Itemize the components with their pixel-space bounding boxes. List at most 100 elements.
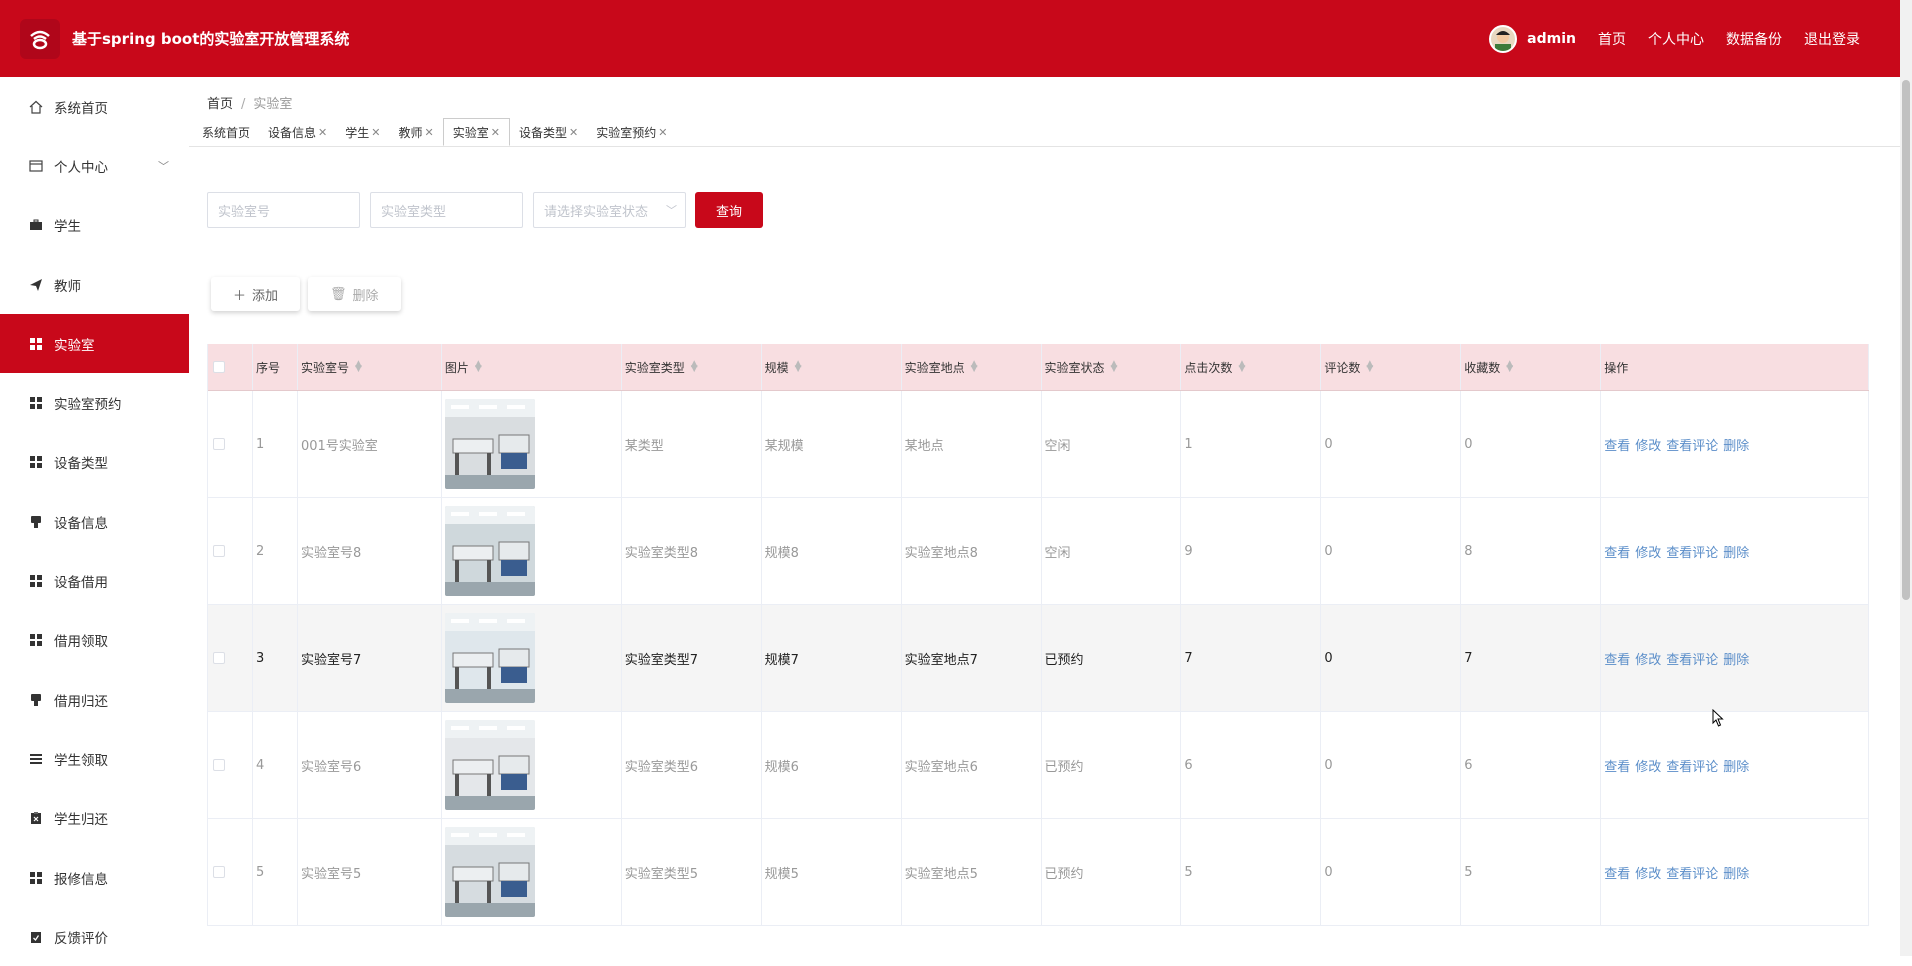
tab-lab-reservation[interactable]: 实验室预约 ✕: [587, 118, 676, 146]
delete-link[interactable]: 删除: [1723, 756, 1749, 775]
tab-students[interactable]: 学生 ✕: [336, 118, 389, 146]
close-icon[interactable]: ✕: [425, 126, 434, 139]
sidebar-item-teachers[interactable]: 教师: [0, 255, 189, 314]
breadcrumb-current: 实验室: [253, 97, 293, 112]
lab-no-input[interactable]: 实验室号: [207, 192, 360, 228]
tab-device-info[interactable]: 设备信息 ✕: [259, 118, 336, 146]
view-link[interactable]: 查看: [1604, 542, 1630, 561]
col-location[interactable]: 实验室地点 ▲ ▼: [902, 344, 1042, 390]
sidebar-item-label: 设备信息: [54, 515, 108, 532]
delete-button[interactable]: 🗑 删除: [308, 277, 401, 311]
select-cell: [208, 391, 253, 497]
edit-link[interactable]: 修改: [1635, 542, 1661, 561]
lab-status-select[interactable]: 请选择实验室状态 ﹀: [533, 192, 686, 228]
close-icon[interactable]: ✕: [658, 126, 667, 139]
col-type[interactable]: 实验室类型 ▲ ▼: [622, 344, 762, 390]
tab-labs[interactable]: 实验室 ✕: [442, 118, 510, 146]
user-menu[interactable]: admin: [1489, 24, 1576, 53]
row-checkbox[interactable]: [213, 438, 225, 450]
query-button[interactable]: 查询: [695, 192, 763, 228]
row-checkbox[interactable]: [213, 759, 225, 771]
sidebar-item-label: 设备类型: [54, 456, 108, 473]
lab-photo[interactable]: [444, 827, 535, 917]
row-checkbox[interactable]: [213, 652, 225, 664]
nav-home-link[interactable]: 首页: [1598, 29, 1626, 49]
page-scrollbar[interactable]: [1900, 0, 1912, 956]
add-button[interactable]: ＋ 添加: [211, 277, 301, 311]
sort-icon[interactable]: ▲ ▼: [1506, 360, 1513, 374]
view-comments-link[interactable]: 查看评论: [1666, 435, 1718, 454]
lab-photo[interactable]: [444, 399, 535, 489]
sidebar-item-labs[interactable]: 实验室: [0, 314, 189, 374]
edit-link[interactable]: 修改: [1635, 435, 1661, 454]
delete-link[interactable]: 删除: [1723, 435, 1749, 454]
col-status[interactable]: 实验室状态 ▲ ▼: [1042, 344, 1182, 390]
sidebar-item-borrow-return[interactable]: 借用归还: [0, 670, 189, 729]
sidebar-item-borrow-pickup[interactable]: 借用领取: [0, 611, 189, 670]
lab-photo[interactable]: [444, 613, 535, 703]
sort-icon[interactable]: ▲ ▼: [1111, 360, 1118, 374]
sidebar-item-student-pickup[interactable]: 学生领取: [0, 729, 189, 788]
view-comments-link[interactable]: 查看评论: [1666, 756, 1718, 775]
edit-link[interactable]: 修改: [1635, 649, 1661, 668]
view-comments-link[interactable]: 查看评论: [1666, 542, 1718, 561]
tab-teachers[interactable]: 教师 ✕: [389, 118, 442, 146]
sidebar-item-device-types[interactable]: 设备类型: [0, 433, 189, 492]
col-favorites[interactable]: 收藏数 ▲ ▼: [1461, 344, 1602, 390]
delete-link[interactable]: 删除: [1723, 863, 1749, 882]
nav-backup-link[interactable]: 数据备份: [1726, 29, 1782, 49]
close-icon[interactable]: ✕: [318, 126, 327, 139]
edit-link[interactable]: 修改: [1635, 756, 1661, 775]
col-clicks[interactable]: 点击次数 ▲ ▼: [1181, 344, 1322, 390]
table-row[interactable]: 5 实验室号5 实验室类型5 规模5 实验室地点5 已预约 5 0 5 查看 修改 查看评论 删除: [208, 819, 1870, 926]
view-link[interactable]: 查看: [1604, 863, 1630, 882]
lab-photo[interactable]: [444, 506, 535, 596]
sort-icon[interactable]: ▲ ▼: [355, 360, 362, 374]
sidebar-item-device-info[interactable]: 设备信息: [0, 492, 189, 551]
table-row[interactable]: 3 实验室号7 实验室类型7 规模7 实验室地点7 已预约 7 0 7 查看 修改 查看评论 删除: [208, 605, 1870, 712]
close-icon[interactable]: ✕: [491, 126, 500, 139]
view-comments-link[interactable]: 查看评论: [1666, 649, 1718, 668]
breadcrumb-home[interactable]: 首页: [207, 97, 233, 112]
view-link[interactable]: 查看: [1604, 756, 1630, 775]
lab-photo[interactable]: [444, 720, 535, 810]
sidebar-item-profile[interactable]: 个人中心 ﹀: [0, 136, 189, 195]
tab-system-home[interactable]: 系统首页: [193, 118, 259, 146]
sort-icon[interactable]: ▲ ▼: [1366, 360, 1373, 374]
sort-icon[interactable]: ▲ ▼: [795, 360, 802, 374]
sort-icon[interactable]: ▲ ▼: [475, 360, 482, 374]
tab-device-types[interactable]: 设备类型 ✕: [510, 118, 587, 146]
close-icon[interactable]: ✕: [371, 126, 380, 139]
sidebar-item-device-borrow[interactable]: 设备借用: [0, 551, 189, 610]
col-scale[interactable]: 规模 ▲ ▼: [762, 344, 902, 390]
table-row[interactable]: 2 实验室号8 实验室类型8 规模8 实验室地点8 空闲 9 0 8 查看 修改 查看评论 删除: [208, 498, 1870, 605]
col-image[interactable]: 图片 ▲ ▼: [442, 344, 622, 390]
edit-link[interactable]: 修改: [1635, 863, 1661, 882]
close-icon[interactable]: ✕: [569, 126, 578, 139]
sidebar-item-feedback[interactable]: 反馈评价: [0, 907, 189, 966]
table-row[interactable]: 1 001号实验室 某类型 某规模 某地点 空闲 1 0 0 查看 修改 查看评论 删除: [208, 391, 1870, 498]
sidebar-item-students[interactable]: 学生: [0, 196, 189, 255]
nav-profile-link[interactable]: 个人中心: [1648, 29, 1704, 49]
sort-icon[interactable]: ▲ ▼: [1238, 360, 1245, 374]
scrollbar-thumb[interactable]: [1902, 80, 1910, 600]
view-link[interactable]: 查看: [1604, 649, 1630, 668]
table-row[interactable]: 4 实验室号6 实验室类型6 规模6 实验室地点6 已预约 6 0 6 查看 修改 查看评论 删除: [208, 712, 1870, 819]
sort-icon[interactable]: ▲ ▼: [691, 360, 698, 374]
sidebar-item-student-return[interactable]: 学生归还: [0, 789, 189, 848]
delete-link[interactable]: 删除: [1723, 542, 1749, 561]
sidebar-item-repair-info[interactable]: 报修信息: [0, 848, 189, 907]
sidebar-item-home[interactable]: 系统首页: [0, 77, 189, 136]
view-comments-link[interactable]: 查看评论: [1666, 863, 1718, 882]
col-lab-no[interactable]: 实验室号 ▲ ▼: [298, 344, 442, 390]
select-all-checkbox[interactable]: [213, 361, 225, 373]
lab-type-input[interactable]: 实验室类型: [370, 192, 523, 228]
col-comments[interactable]: 评论数 ▲ ▼: [1321, 344, 1462, 390]
row-checkbox[interactable]: [213, 866, 225, 878]
view-link[interactable]: 查看: [1604, 435, 1630, 454]
row-checkbox[interactable]: [213, 545, 225, 557]
sidebar-item-lab-reservation[interactable]: 实验室预约: [0, 373, 189, 432]
sort-icon[interactable]: ▲ ▼: [971, 360, 978, 374]
delete-link[interactable]: 删除: [1723, 649, 1749, 668]
nav-logout-link[interactable]: 退出登录: [1804, 29, 1860, 49]
